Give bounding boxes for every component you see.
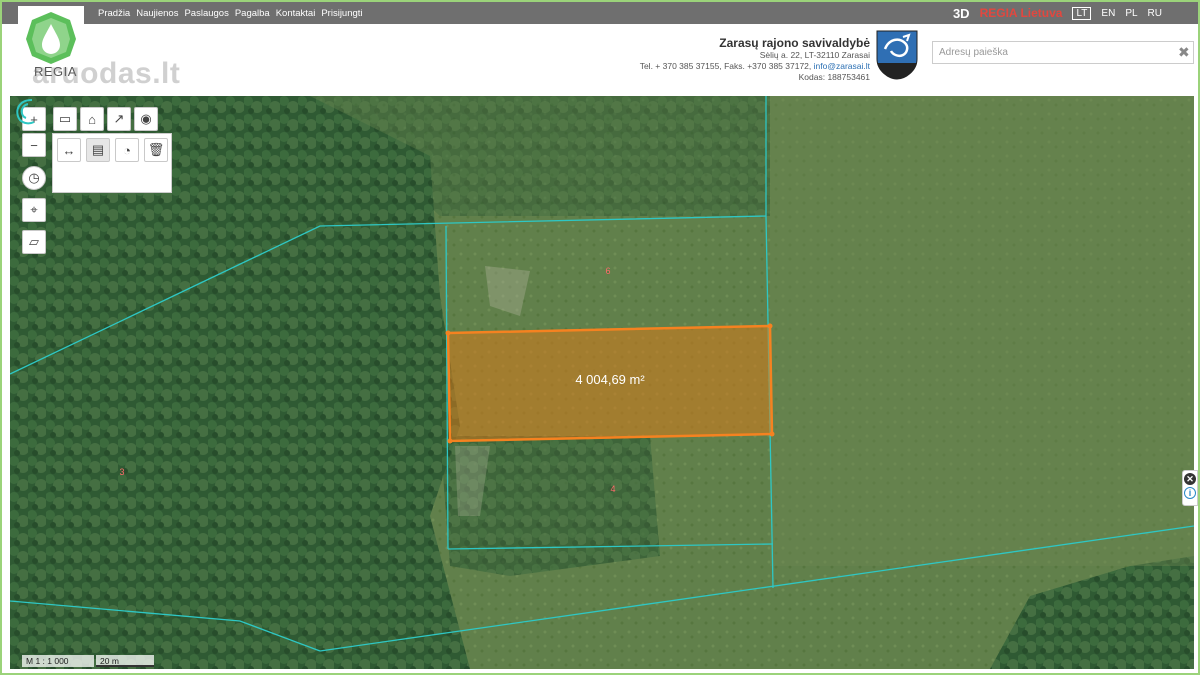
map-viewport[interactable]: 4 004,69 m² 6 4 3 + − ◷ ⌖ ▱ ▭ ⌂ ↗ ◉ ↔ ▤ … xyxy=(10,96,1194,669)
measure-tool-button[interactable]: ▭ xyxy=(53,107,77,131)
distance-icon: ↔ xyxy=(62,142,76,158)
municipality-crest-icon xyxy=(876,30,918,80)
parcel-area-label: 4 004,69 m² xyxy=(575,372,645,387)
main-menu: Pradžia Naujienos Paslaugos Pagalba Kont… xyxy=(98,2,363,24)
nav-link-contacts[interactable]: Kontaktai xyxy=(276,8,316,19)
parcel-number-label: 3 xyxy=(119,467,124,477)
clock-icon: ◷ xyxy=(28,170,40,185)
parcel-number-label: 4 xyxy=(610,484,615,494)
minus-icon: − xyxy=(30,137,38,153)
parcel-vertex-handle[interactable] xyxy=(447,438,453,444)
measure-distance-button[interactable]: ↔ xyxy=(57,138,81,162)
parcel-vertex-handle[interactable] xyxy=(445,330,451,336)
point-tool-button[interactable]: ◉ xyxy=(134,107,158,131)
ruler-icon: ▭ xyxy=(58,111,72,126)
nav-link-home[interactable]: Pradžia xyxy=(98,8,130,19)
municipality-address: Sėlių a. 22, LT-32110 Zarasai xyxy=(759,50,870,60)
clear-search-icon[interactable]: ✖ xyxy=(1178,44,1190,61)
close-panel-icon[interactable]: ✕ xyxy=(1184,473,1196,485)
parcel-vertex-handle[interactable] xyxy=(767,323,773,329)
nav-link-services[interactable]: Paslaugos xyxy=(184,8,228,19)
zoom-out-button[interactable]: − xyxy=(22,133,46,157)
municipality-email-link[interactable]: info@zarasai.lt xyxy=(814,61,870,71)
pin-icon: ⌂ xyxy=(88,111,96,127)
municipality-phone: Tel. + 370 385 37155, Faks. +370 385 371… xyxy=(639,61,812,71)
municipality-contacts: Tel. + 370 385 37155, Faks. +370 385 371… xyxy=(640,61,870,72)
target-icon: ◉ xyxy=(140,111,152,126)
municipality-code: Kodas: 188753461 xyxy=(798,72,870,82)
radius-icon: ◔ xyxy=(123,142,131,158)
trash-icon: 🗑 xyxy=(147,142,165,157)
crosshair-icon: ⌖ xyxy=(30,202,38,217)
nav-link-login[interactable]: Prisijungti xyxy=(321,8,362,19)
nav-link-help[interactable]: Pagalba xyxy=(235,8,270,19)
nav-link-news[interactable]: Naujienos xyxy=(136,8,178,19)
language-ru[interactable]: RU xyxy=(1148,8,1162,19)
measure-tools-panel: ↔ ▤ ◔ 🗑 xyxy=(52,133,172,193)
side-panel-buttons: ✕ i xyxy=(1182,470,1198,506)
parcel-vertex-handle[interactable] xyxy=(769,431,775,437)
measure-radius-button[interactable]: ◔ xyxy=(115,138,139,162)
scale-ratio: M 1 : 1 000 xyxy=(22,655,94,667)
share-tool-button[interactable]: ↗ xyxy=(107,107,131,131)
language-pl[interactable]: PL xyxy=(1125,8,1137,19)
aerial-map[interactable]: 4 004,69 m² 6 4 3 xyxy=(10,96,1194,669)
info-panel-icon[interactable]: i xyxy=(1184,487,1196,499)
history-button[interactable]: ◷ xyxy=(22,166,46,190)
aruodas-watermark: aruodas.lt xyxy=(32,57,181,90)
top-navigation-bar: Pradžia Naujienos Paslaugos Pagalba Kont… xyxy=(2,2,1198,24)
area-icon: ▤ xyxy=(91,142,105,157)
language-en[interactable]: EN xyxy=(1101,8,1115,19)
region-select-button[interactable]: ▱ xyxy=(22,230,46,254)
scale-distance: 20 m xyxy=(96,655,154,667)
address-search-input[interactable] xyxy=(932,41,1194,64)
share-icon: ↗ xyxy=(113,111,125,126)
app-frame: Pradžia Naujienos Paslaugos Pagalba Kont… xyxy=(0,0,1200,675)
municipality-name: Zarasų rajono savivaldybė xyxy=(719,36,870,50)
parcel-number-label: 6 xyxy=(605,266,610,276)
delete-measurement-button[interactable]: 🗑 xyxy=(144,138,168,162)
right-navigation: 3D REGIA Lietuva LT EN PL RU xyxy=(953,2,1162,24)
locate-button[interactable]: ⌖ xyxy=(22,198,46,222)
3d-mode-button[interactable]: 3D xyxy=(953,6,970,21)
marker-tool-button[interactable]: ⌂ xyxy=(80,107,104,131)
compass-logo-icon xyxy=(16,99,35,125)
municipality-info: Zarasų rajono savivaldybė Sėlių a. 22, L… xyxy=(640,36,870,83)
lithuania-map-icon: ▱ xyxy=(29,234,39,249)
measure-area-button[interactable]: ▤ xyxy=(86,138,110,162)
language-lt[interactable]: LT xyxy=(1072,6,1092,20)
regia-lietuva-link[interactable]: REGIA Lietuva xyxy=(980,6,1063,20)
scale-bar: M 1 : 1 000 20 m xyxy=(22,655,154,667)
